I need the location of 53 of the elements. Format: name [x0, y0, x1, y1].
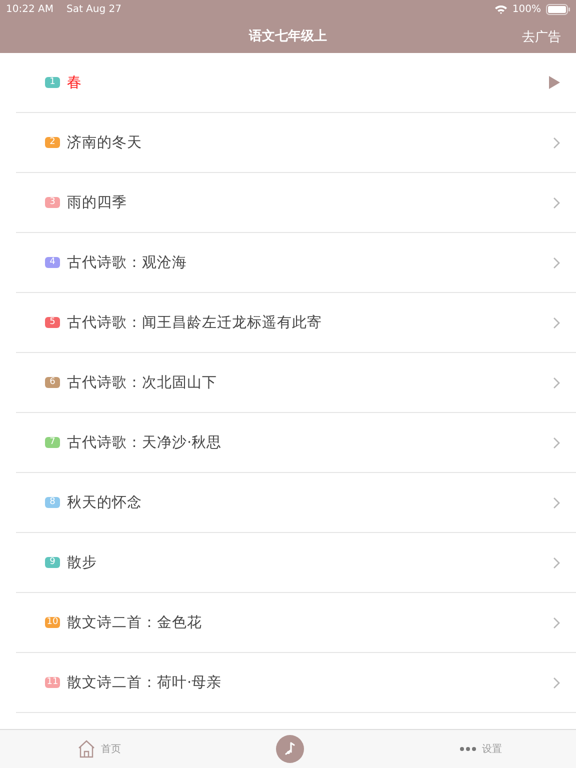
- nav-title: 语文七年级上: [249, 28, 327, 44]
- lesson-title: 散步: [67, 554, 97, 572]
- lesson-number: 10: [45, 617, 60, 628]
- lesson-number: 4: [45, 257, 60, 268]
- lesson-number: 1: [45, 77, 60, 88]
- lesson-title: 散文诗二首：金色花: [67, 614, 202, 632]
- lesson-row[interactable]: 4 古代诗歌：观沧海: [16, 233, 576, 293]
- lesson-row[interactable]: 7 古代诗歌：天净沙·秋思: [16, 413, 576, 473]
- lesson-number: 6: [45, 377, 60, 388]
- wifi-icon: [495, 4, 508, 14]
- chevron-right-icon: [553, 616, 560, 628]
- chevron-right-icon: [553, 256, 560, 268]
- lesson-row[interactable]: 5 古代诗歌：闻王昌龄左迁龙标遥有此寄: [16, 293, 576, 353]
- lesson-title: 散文诗二首：荷叶·母亲: [67, 674, 222, 692]
- lesson-number: 11: [45, 677, 60, 688]
- play-icon: [549, 76, 560, 89]
- chevron-right-icon: [553, 376, 560, 388]
- lesson-title: 雨的四季: [67, 194, 127, 212]
- lesson-row[interactable]: 3 雨的四季: [16, 173, 576, 233]
- status-date: Sat Aug 27: [66, 4, 122, 14]
- lesson-row[interactable]: 2 济南的冬天: [16, 113, 576, 173]
- chevron-right-icon: [553, 316, 560, 328]
- status-time: 10:22 AM: [6, 4, 54, 14]
- lesson-number: 7: [45, 437, 60, 448]
- lesson-title: 古代诗歌：观沧海: [67, 254, 187, 272]
- chevron-right-icon: [553, 196, 560, 208]
- lesson-row[interactable]: 9 散步: [16, 533, 576, 593]
- lesson-number: 2: [45, 137, 60, 148]
- lesson-title: 春: [67, 74, 82, 92]
- more-icon: [460, 747, 476, 751]
- lesson-title: 古代诗歌：天净沙·秋思: [67, 434, 222, 452]
- chevron-right-icon: [553, 676, 560, 688]
- music-button[interactable]: [276, 735, 304, 763]
- lesson-title: 秋天的怀念: [67, 494, 142, 512]
- lesson-row[interactable]: 10 散文诗二首：金色花: [16, 593, 576, 653]
- chevron-right-icon: [553, 436, 560, 448]
- lesson-row[interactable]: 11 散文诗二首：荷叶·母亲: [16, 653, 576, 713]
- lesson-number: 3: [45, 197, 60, 208]
- lesson-row[interactable]: 8 秋天的怀念: [16, 473, 576, 533]
- chevron-right-icon: [553, 496, 560, 508]
- lesson-number: 8: [45, 497, 60, 508]
- battery-icon: [546, 4, 570, 14]
- home-icon: [78, 740, 95, 758]
- lesson-title: 济南的冬天: [67, 134, 142, 152]
- lesson-row[interactable]: 1 春: [16, 53, 576, 113]
- battery-percent: 100%: [512, 4, 541, 14]
- lesson-row[interactable]: 6 古代诗歌：次北固山下: [16, 353, 576, 413]
- chevron-right-icon: [553, 136, 560, 148]
- lesson-number: 9: [45, 557, 60, 568]
- lesson-title: 古代诗歌：闻王昌龄左迁龙标遥有此寄: [67, 314, 322, 332]
- lesson-title: 古代诗歌：次北固山下: [67, 374, 217, 392]
- chevron-right-icon: [553, 556, 560, 568]
- lesson-number: 5: [45, 317, 60, 328]
